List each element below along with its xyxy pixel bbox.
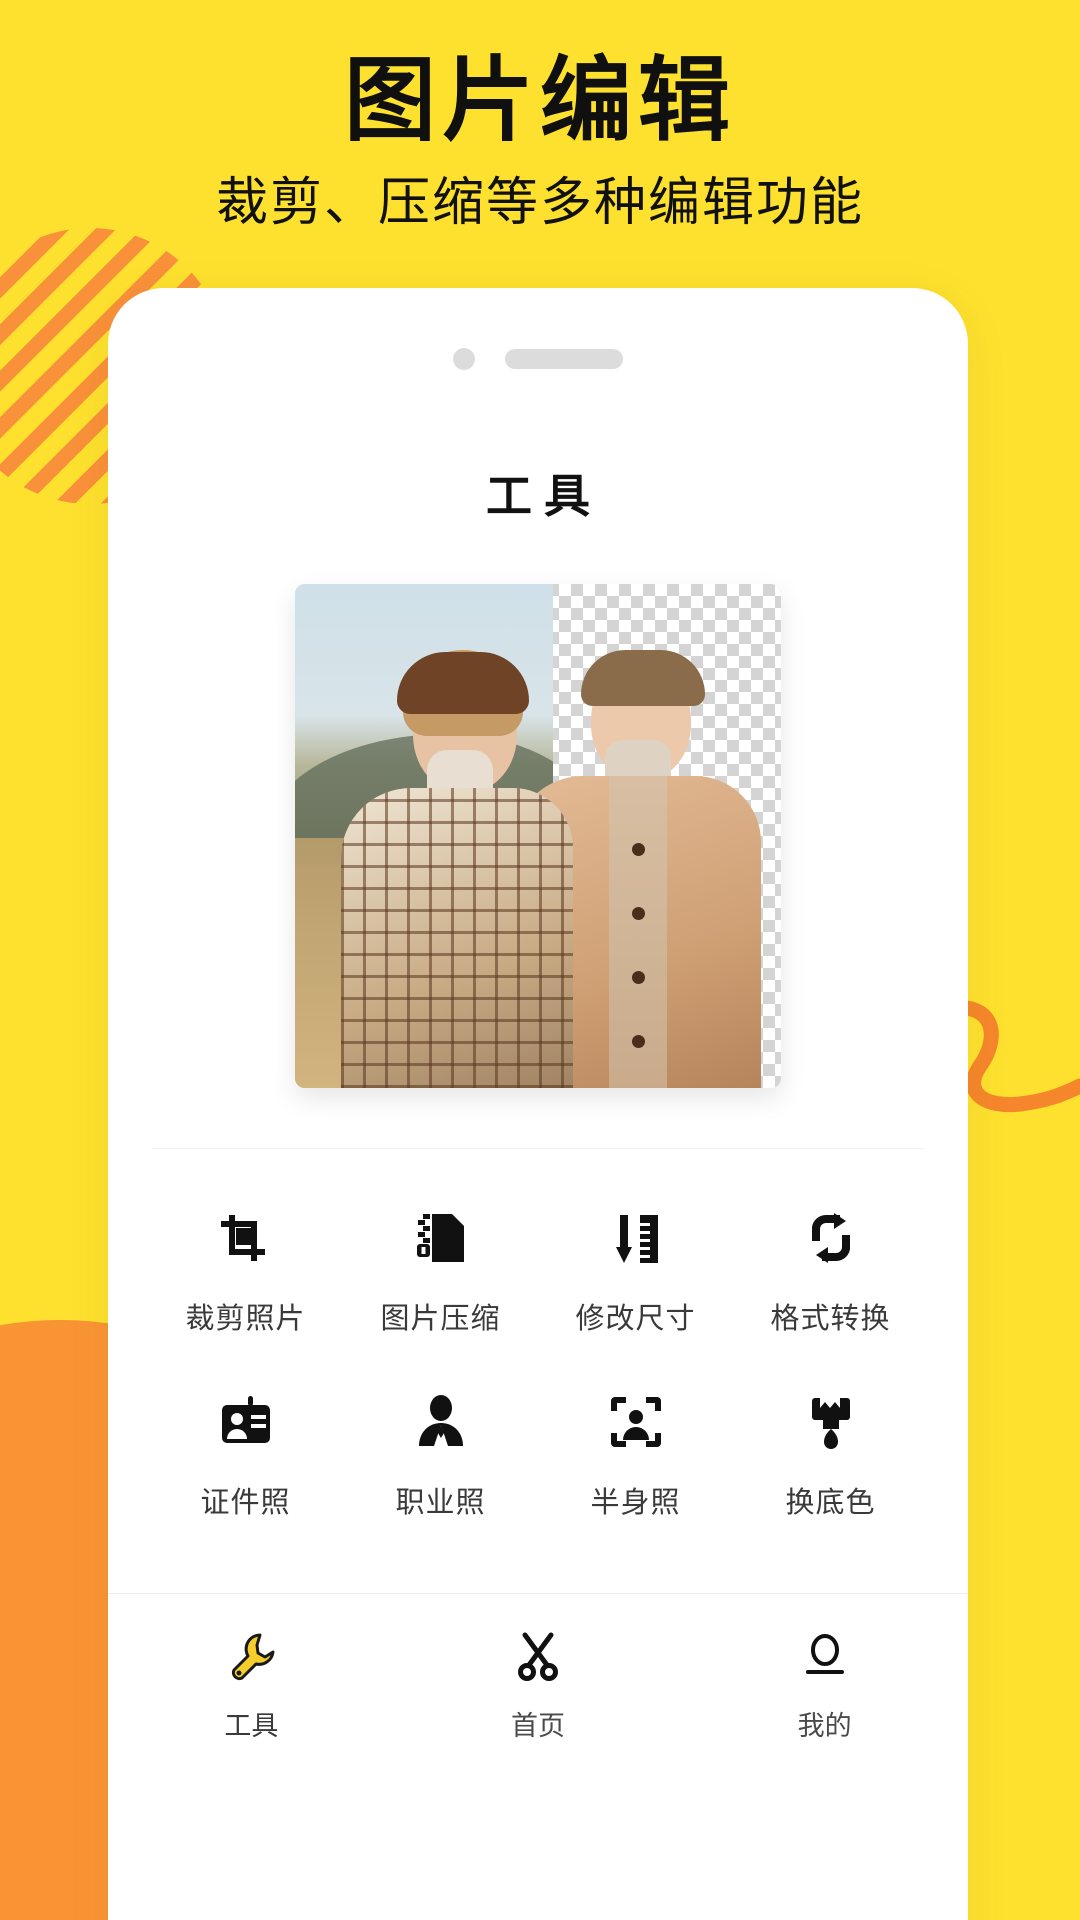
tool-label: 半身照 xyxy=(590,1487,681,1519)
scissors-icon xyxy=(509,1628,567,1686)
tool-item-change-background[interactable]: 换底色 xyxy=(733,1391,928,1521)
phone-mockup: 工具 裁剪照片 图片压缩 修改尺寸 格式转换 证件照 职业照 半身照 换底色 工… xyxy=(108,288,968,1920)
coat-button xyxy=(632,971,645,984)
coat-button xyxy=(632,1035,645,1048)
tool-item-compress[interactable]: 图片压缩 xyxy=(343,1207,538,1337)
nav-label: 首页 xyxy=(511,1711,565,1741)
crop-icon xyxy=(215,1207,277,1269)
nav-item-tools[interactable]: 工具 xyxy=(108,1628,395,1743)
model-right-hat xyxy=(581,650,705,706)
zip-file-icon xyxy=(410,1207,472,1269)
nav-item-mine[interactable]: 我的 xyxy=(681,1628,968,1743)
nav-item-home[interactable]: 首页 xyxy=(395,1628,682,1743)
person-outline-icon xyxy=(796,1628,854,1686)
photo-content xyxy=(295,584,781,1088)
tool-item-resize[interactable]: 修改尺寸 xyxy=(538,1207,733,1337)
nav-label: 我的 xyxy=(797,1711,852,1741)
nav-label: 工具 xyxy=(224,1711,279,1741)
camera-dot-icon xyxy=(453,348,475,370)
poster-canvas: 图片编辑 裁剪、压缩等多种编辑功能 工具 裁剪照片 图片压缩 修改尺寸 格式转换… xyxy=(0,0,1080,1920)
wrench-icon xyxy=(222,1628,280,1686)
hero-preview-image[interactable] xyxy=(295,584,781,1088)
paint-brush-icon xyxy=(800,1391,862,1453)
business-person-icon xyxy=(410,1391,472,1453)
plaid-pattern xyxy=(341,788,573,1088)
page-title: 工具 xyxy=(486,470,602,522)
tool-label: 修改尺寸 xyxy=(575,1303,696,1335)
tool-label: 职业照 xyxy=(395,1487,486,1519)
model-left-hat xyxy=(397,652,529,714)
model-left-coat xyxy=(341,788,573,1088)
speaker-bar-icon xyxy=(505,349,623,369)
tool-item-business-photo[interactable]: 职业照 xyxy=(343,1391,538,1521)
tool-item-format-convert[interactable]: 格式转换 xyxy=(733,1207,928,1337)
tool-label: 格式转换 xyxy=(770,1303,891,1335)
poster-title: 图片编辑 xyxy=(343,50,736,152)
poster-headline: 图片编辑 裁剪、压缩等多种编辑功能 xyxy=(0,0,1080,233)
format-convert-icon xyxy=(800,1207,862,1269)
tool-item-id-photo[interactable]: 证件照 xyxy=(148,1391,343,1521)
portrait-scan-icon xyxy=(605,1391,667,1453)
bottom-nav: 工具 首页 我的 xyxy=(108,1594,968,1743)
coat-button xyxy=(632,907,645,920)
tool-label: 换底色 xyxy=(785,1487,876,1519)
tool-item-crop[interactable]: 裁剪照片 xyxy=(148,1207,343,1337)
coat-button xyxy=(632,843,645,856)
tool-grid: 裁剪照片 图片压缩 修改尺寸 格式转换 证件照 职业照 半身照 换底色 xyxy=(108,1149,968,1521)
tool-label: 裁剪照片 xyxy=(185,1303,306,1335)
ruler-icon xyxy=(605,1207,667,1269)
model-left xyxy=(341,650,573,1088)
poster-subtitle: 裁剪、压缩等多种编辑功能 xyxy=(215,174,864,233)
phone-notch xyxy=(108,288,968,430)
id-card-icon xyxy=(215,1391,277,1453)
tool-label: 图片压缩 xyxy=(380,1303,501,1335)
tool-item-half-body-photo[interactable]: 半身照 xyxy=(538,1391,733,1521)
tool-label: 证件照 xyxy=(200,1487,291,1519)
